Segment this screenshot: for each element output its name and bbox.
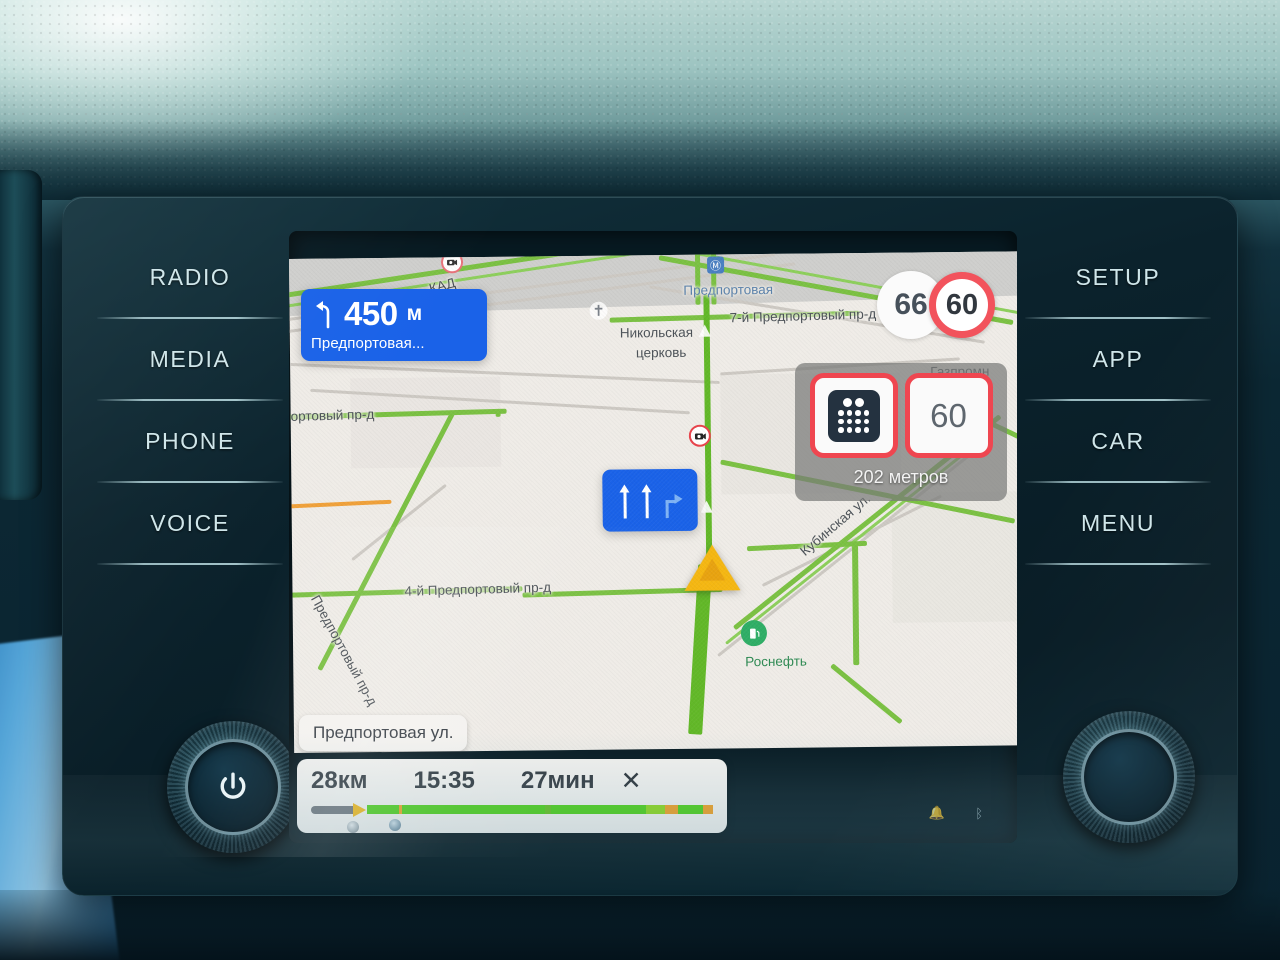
hardkey-radio-label: RADIO (149, 263, 231, 290)
hardkey-voice[interactable]: VOICE (95, 483, 285, 563)
map-label: церковь (635, 344, 687, 361)
camera-warning-tiles: 60 (809, 373, 993, 458)
hardkey-car[interactable]: CAR (1023, 401, 1213, 481)
camera-warning-panel[interactable]: 60 202 метров (795, 363, 1007, 501)
church-cross-icon: ✝ (589, 301, 608, 320)
map-road-congested (289, 499, 392, 510)
trip-progress-bar (311, 802, 713, 817)
hardkey-radio[interactable]: RADIO (95, 237, 285, 317)
hardkey-menu-label: MENU (1080, 509, 1156, 536)
hardkey-app[interactable]: APP (1023, 319, 1213, 399)
left-air-vent (0, 170, 42, 500)
hardkey-setup-label: SETUP (1075, 263, 1161, 290)
power-icon (220, 772, 246, 799)
camera-speed-limit-value: 60 (930, 396, 967, 434)
hardkey-media-label: MEDIA (149, 345, 231, 372)
bluetooth-icon: ᛒ (975, 806, 983, 821)
metro-station-icon: Ⓜ (706, 256, 725, 274)
vehicle-position-arrow (684, 544, 741, 591)
trip-summary-bar[interactable]: 28км 15:35 27мин ✕ (297, 759, 727, 833)
speed-camera-tile (809, 373, 898, 458)
status-indicator-dot (347, 821, 359, 833)
speed-camera-marker-icon (440, 251, 464, 274)
route-direction-arrow (698, 324, 711, 337)
route-speed-camera-icon (688, 424, 711, 447)
current-street-chip: Предпортовая ул. (299, 715, 468, 751)
maneuver-distance: 450 (344, 295, 398, 332)
hardkey-phone-label: PHONE (145, 427, 235, 454)
hardkey-app-label: APP (1092, 345, 1144, 372)
power-volume-knob[interactable] (167, 721, 299, 853)
hardkey-media[interactable]: MEDIA (95, 319, 285, 399)
power-button[interactable] (185, 739, 281, 835)
map-road (830, 663, 903, 725)
speed-cluster: 66 60 (877, 271, 995, 339)
map-label: Никольская (619, 324, 694, 341)
bell-icon: 🔔 (928, 805, 945, 820)
trip-progress-marker (353, 802, 366, 817)
map-label: Предпортовая (683, 281, 774, 298)
hardkey-column-right: SETUP APP CAR MENU (1023, 237, 1213, 565)
hardkey-column-left: RADIO MEDIA PHONE VOICE (95, 237, 285, 565)
map-road (351, 483, 447, 562)
console-trim (0, 890, 1280, 960)
hardkey-divider (1025, 563, 1211, 565)
hardkey-menu[interactable]: MENU (1023, 483, 1213, 563)
map-label: ортовый пр-д (290, 406, 375, 424)
map-label: 7-й Предпортовый пр-д (729, 306, 877, 326)
maneuver-unit: м (406, 301, 423, 325)
maneuver-street: Предпортовая... (311, 335, 425, 352)
tune-knob-center[interactable] (1081, 729, 1177, 825)
touchscreen-display[interactable]: КАД Предпортовая 7-й Предпортовый пр-д Нико… (289, 231, 1017, 843)
dashboard-photo: RADIO MEDIA PHONE VOICE SETUP APP CAR ME… (0, 0, 1280, 960)
status-indicator-dot (389, 819, 401, 831)
hardkey-voice-label: VOICE (150, 509, 230, 536)
lane-straight-icon (618, 482, 631, 518)
turn-slight-left-icon (316, 300, 330, 328)
hardkey-setup[interactable]: SETUP (1023, 237, 1213, 317)
map-road (496, 408, 507, 414)
trip-distance: 28км (311, 767, 368, 794)
trip-progress-travelled (311, 805, 355, 814)
hardkey-car-label: CAR (1091, 427, 1145, 454)
maneuver-card[interactable]: 450 м Предпортовая... (301, 289, 487, 361)
infotainment-head-unit: RADIO MEDIA PHONE VOICE SETUP APP CAR ME… (62, 196, 1238, 896)
lane-guidance-panel (602, 468, 698, 532)
tune-knob[interactable] (1063, 711, 1195, 843)
trip-eta: 15:35 (413, 767, 475, 794)
map-road (852, 545, 860, 666)
camera-distance: 202 метров (853, 467, 949, 487)
map-block (350, 376, 502, 469)
map-label: Роснефть (745, 653, 807, 670)
map-label: Предпортовый пр-д (307, 592, 381, 709)
lane-straight-icon (640, 482, 653, 518)
hardkey-divider (97, 563, 283, 565)
camera-speed-limit-tile: 60 (904, 373, 993, 458)
hardkey-phone[interactable]: PHONE (95, 401, 285, 481)
speed-limit-badge: 60 (929, 272, 995, 338)
trip-progress-traffic (367, 805, 713, 814)
close-icon[interactable]: ✕ (621, 768, 642, 794)
dashboard-shadow (0, 120, 1280, 200)
route-direction-arrow (700, 500, 713, 513)
lane-right-icon (662, 482, 683, 518)
gas-station-icon[interactable] (740, 620, 768, 647)
trip-duration: 27мин (520, 767, 595, 794)
speed-camera-icon (827, 389, 880, 442)
